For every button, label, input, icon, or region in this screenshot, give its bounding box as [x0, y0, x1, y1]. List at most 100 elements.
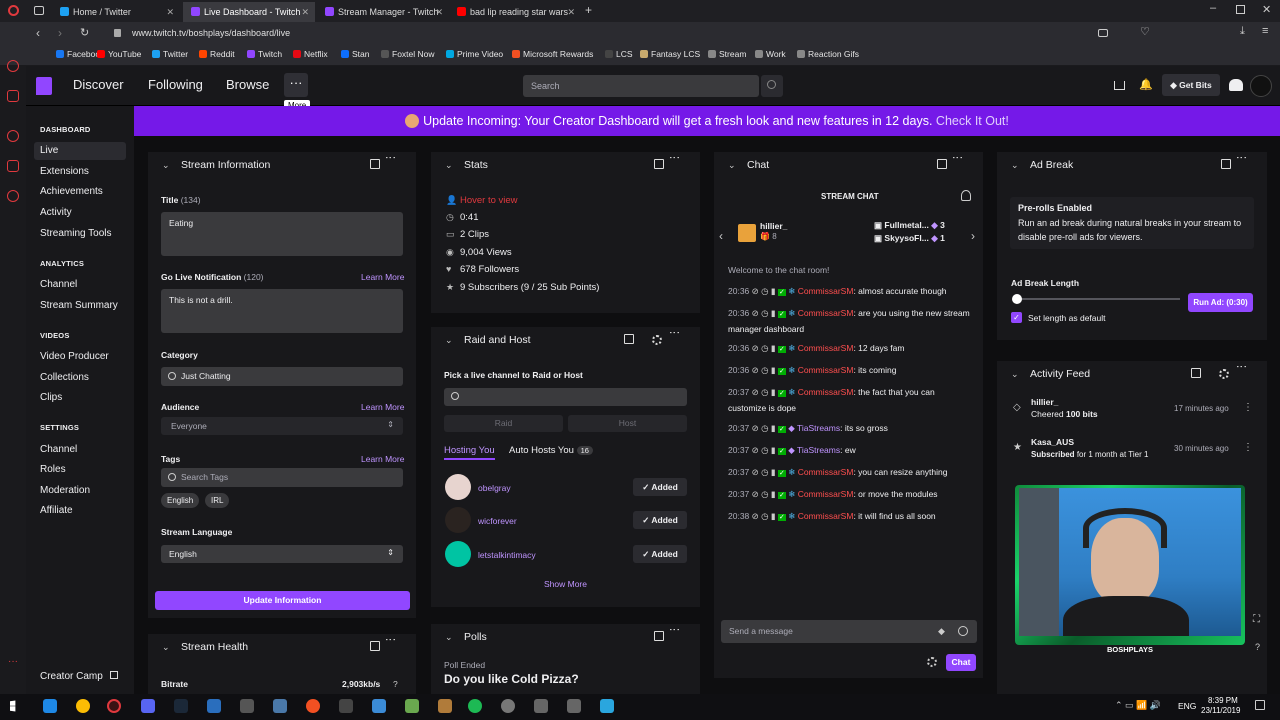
app-icon[interactable] — [240, 699, 254, 713]
notification-icon[interactable] — [1255, 700, 1265, 710]
discord-icon[interactable] — [141, 699, 155, 713]
viewer-count-stat[interactable]: 👤 Hover to view — [446, 195, 518, 206]
bookmark-foxtel[interactable]: Foxtel Now — [381, 49, 435, 59]
chat-username[interactable]: TiaStreams — [797, 423, 840, 433]
steam-icon[interactable] — [174, 699, 188, 713]
minecraft-icon[interactable] — [405, 699, 419, 713]
keyboard-language[interactable]: ENG — [1178, 701, 1196, 711]
ad-length-slider[interactable] — [1012, 294, 1180, 304]
sidebar-item-affiliate[interactable]: Affiliate — [40, 505, 73, 516]
chevron-right-icon[interactable]: › — [971, 229, 975, 243]
chat-username[interactable]: CommissarSM — [798, 467, 854, 477]
clock-date[interactable]: 23/11/2019 — [1201, 706, 1240, 715]
back-icon[interactable]: ‹ — [36, 26, 40, 40]
chevron-down-icon[interactable]: ⌄ — [445, 624, 453, 650]
app-icon[interactable] — [567, 699, 581, 713]
heart-icon[interactable]: ♡ — [1140, 25, 1150, 38]
menu-icon[interactable]: ≡ — [1262, 25, 1268, 37]
chat-username[interactable]: CommissarSM — [798, 365, 854, 375]
added-button[interactable]: ✓ Added — [633, 545, 687, 563]
mod-action-icons[interactable]: ⊘ ◷ ▮ — [749, 511, 778, 521]
popout-icon[interactable] — [624, 334, 634, 344]
bookmark-twitter[interactable]: Twitter — [152, 49, 188, 59]
more-icon[interactable]: ··· — [8, 656, 18, 667]
close-tab-icon[interactable]: ✕ — [166, 2, 174, 22]
update-information-button[interactable]: Update Information — [155, 591, 410, 610]
chat-username[interactable]: CommissarSM — [798, 343, 854, 353]
mod-action-icons[interactable]: ⊘ ◷ ▮ — [749, 445, 778, 455]
chrome-icon[interactable] — [76, 699, 90, 713]
history-icon[interactable] — [7, 130, 19, 142]
bookmark-youtube[interactable]: YouTube — [97, 49, 141, 59]
download-icon[interactable]: ⤓ — [1240, 25, 1245, 38]
close-tab-icon[interactable]: ✕ — [567, 2, 575, 22]
bookmark-lcs[interactable]: LCS — [605, 49, 633, 59]
tab-live-dashboard[interactable]: Live Dashboard - Twitch ✕ — [183, 2, 315, 22]
chevron-down-icon[interactable]: ⌄ — [445, 152, 453, 178]
chat-username[interactable]: TiaStreams — [797, 445, 840, 455]
check-it-out-link[interactable]: Check It Out! — [936, 114, 1009, 128]
chevron-down-icon[interactable]: ⌄ — [728, 152, 736, 178]
tab-auto-hosts-you[interactable]: Auto Hosts You 16 — [509, 445, 593, 456]
mod-action-icons[interactable]: ⊘ ◷ ▮ — [749, 286, 778, 296]
audience-select[interactable]: Everyone ⇕ — [161, 417, 403, 435]
help-icon[interactable]: ? — [1255, 642, 1260, 652]
app-icon[interactable] — [372, 699, 386, 713]
sidebar-item-live[interactable]: Live — [34, 142, 126, 160]
drag-handle-icon[interactable]: ⋮ — [661, 327, 687, 338]
drag-handle-icon[interactable]: ⋮ — [1228, 361, 1254, 372]
tab-overview-icon[interactable] — [34, 6, 44, 15]
chat-username[interactable]: CommissarSM — [798, 511, 854, 521]
settings-icon[interactable] — [7, 190, 19, 202]
nav-following[interactable]: Following — [148, 77, 203, 92]
sidebar-item-clips[interactable]: Clips — [40, 392, 62, 403]
bookmark-netflix[interactable]: Netflix — [293, 49, 328, 59]
search-input[interactable]: Search — [523, 75, 759, 97]
mod-action-icons[interactable]: ⊘ ◷ ▮ — [749, 365, 778, 375]
chevron-down-icon[interactable]: ⌄ — [1011, 152, 1019, 178]
chat-settings-gear-icon[interactable] — [927, 657, 937, 667]
new-tab-icon[interactable]: + — [585, 3, 592, 17]
sidebar-item-stream-summary[interactable]: Stream Summary — [40, 300, 118, 311]
learn-more-link[interactable]: Learn More — [361, 402, 404, 412]
close-tab-icon[interactable]: ✕ — [301, 2, 309, 22]
tag-english[interactable]: English — [161, 493, 200, 508]
file-explorer-icon[interactable] — [43, 699, 57, 713]
avatar[interactable] — [445, 541, 471, 567]
app-icon[interactable] — [501, 699, 515, 713]
sidebar-item-achievements[interactable]: Achievements — [40, 186, 103, 197]
sidebar-item-collections[interactable]: Collections — [40, 372, 89, 383]
clock-time[interactable]: 8:39 PM — [1208, 696, 1238, 705]
language-select[interactable]: English ⇕ — [161, 545, 403, 563]
more-vertical-icon[interactable]: ⋮ — [1243, 402, 1253, 413]
inbox-icon[interactable] — [1114, 81, 1125, 90]
tag-irl[interactable]: IRL — [205, 493, 230, 508]
avatar[interactable] — [445, 474, 471, 500]
slider-thumb[interactable] — [1012, 294, 1022, 304]
mod-action-icons[interactable]: ⊘ ◷ ▮ — [749, 308, 778, 318]
tab-youtube[interactable]: bad lip reading star wars ✕ — [449, 2, 581, 22]
go-live-field[interactable]: This is not a drill. — [161, 289, 403, 333]
twitch-logo-icon[interactable] — [36, 77, 52, 95]
drag-handle-icon[interactable]: ⋮ — [377, 634, 403, 645]
crown-icon[interactable] — [1229, 79, 1243, 91]
sidebar-item-video-producer[interactable]: Video Producer — [40, 351, 109, 362]
app-icon[interactable] — [273, 699, 287, 713]
whatsapp-icon[interactable] — [7, 90, 19, 102]
bookmark-stream[interactable]: Stream — [708, 49, 746, 59]
chat-username[interactable]: CommissarSM — [798, 387, 854, 397]
maximize-icon[interactable] — [1236, 5, 1245, 14]
drag-handle-icon[interactable]: ⋮ — [661, 152, 687, 163]
bookmark-fantasy-lcs[interactable]: Fantasy LCS — [640, 49, 700, 59]
notification-bell-icon[interactable]: 🔔 — [1139, 78, 1153, 91]
bookmark-stan[interactable]: Stan — [341, 49, 370, 59]
app-icon[interactable] — [534, 699, 548, 713]
default-checkbox[interactable]: ✓ — [1011, 312, 1022, 323]
help-icon[interactable]: ? — [393, 679, 398, 689]
bookmark-ms-rewards[interactable]: Microsoft Rewards — [512, 49, 593, 59]
close-window-icon[interactable]: ✕ — [1262, 3, 1271, 16]
chat-username[interactable]: CommissarSM — [798, 286, 854, 296]
host-name[interactable]: obelgray — [478, 483, 511, 493]
chevron-down-icon[interactable]: ⌄ — [162, 634, 170, 660]
tags-search-input[interactable]: Search Tags — [161, 468, 403, 487]
